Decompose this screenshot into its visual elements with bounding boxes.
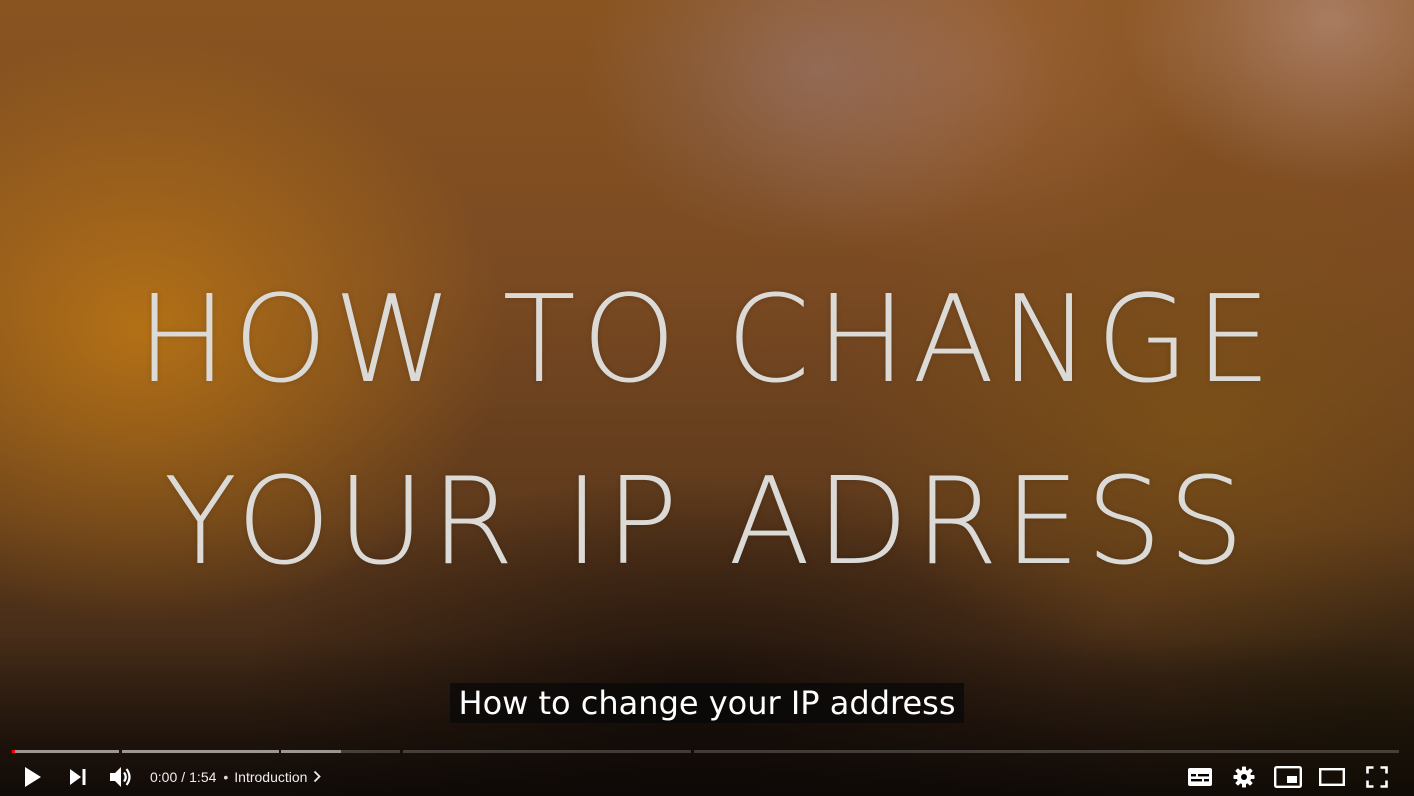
settings-button[interactable] [1227,757,1261,796]
fullscreen-icon [1366,765,1388,788]
chapter-segment[interactable] [281,750,400,753]
theater-mode-icon [1319,767,1345,786]
video-title-overlay: HOW TO CHANGE YOUR IP ADRESS [0,250,1414,614]
settings-gear-icon [1233,766,1255,787]
theater-mode-button[interactable] [1315,757,1349,796]
play-icon [25,766,41,787]
chapter-segment[interactable] [12,750,119,753]
chapter-title: Introduction [234,768,308,785]
video-title-line-1: HOW TO CHANGE [136,271,1278,410]
fullscreen-button[interactable] [1360,757,1394,796]
progress-bar[interactable] [12,749,1399,755]
subtitles-button[interactable] [1183,757,1217,796]
volume-icon [110,766,131,787]
player-controls: 0:00 / 1:54 • Introduction [0,757,1414,796]
chapter-segment[interactable] [694,750,1399,753]
chapter-loaded-fill [12,750,119,753]
chapter-separator: • [223,768,229,785]
next-button[interactable] [62,757,94,796]
mute-button[interactable] [104,757,138,796]
chapter-title-button[interactable]: Introduction [234,768,322,785]
time-separator: / [181,768,186,785]
chapter-loaded-fill [281,750,341,753]
video-frame[interactable]: HOW TO CHANGE YOUR IP ADRESS [0,0,1414,796]
duration: 1:54 [189,768,217,785]
subtitles-icon [1188,767,1212,786]
video-title-line-2: YOUR IP ADRESS [163,453,1251,592]
chevron-right-icon [314,770,322,783]
play-button[interactable] [16,757,50,796]
chapter-segment[interactable] [122,750,279,753]
miniplayer-button[interactable] [1271,757,1305,796]
caption-window: How to change your IP address [0,683,1414,723]
next-icon [70,768,86,785]
video-player[interactable]: HOW TO CHANGE YOUR IP ADRESS How to chan… [0,0,1414,796]
miniplayer-icon [1274,765,1302,788]
current-time: 0:00 [150,768,178,785]
time-display: 0:00 / 1:54 • Introduction [150,757,322,796]
chapter-segment[interactable] [403,750,691,753]
play-progress [12,750,15,753]
caption-text: How to change your IP address [449,683,965,723]
chapter-loaded-fill [122,750,279,753]
